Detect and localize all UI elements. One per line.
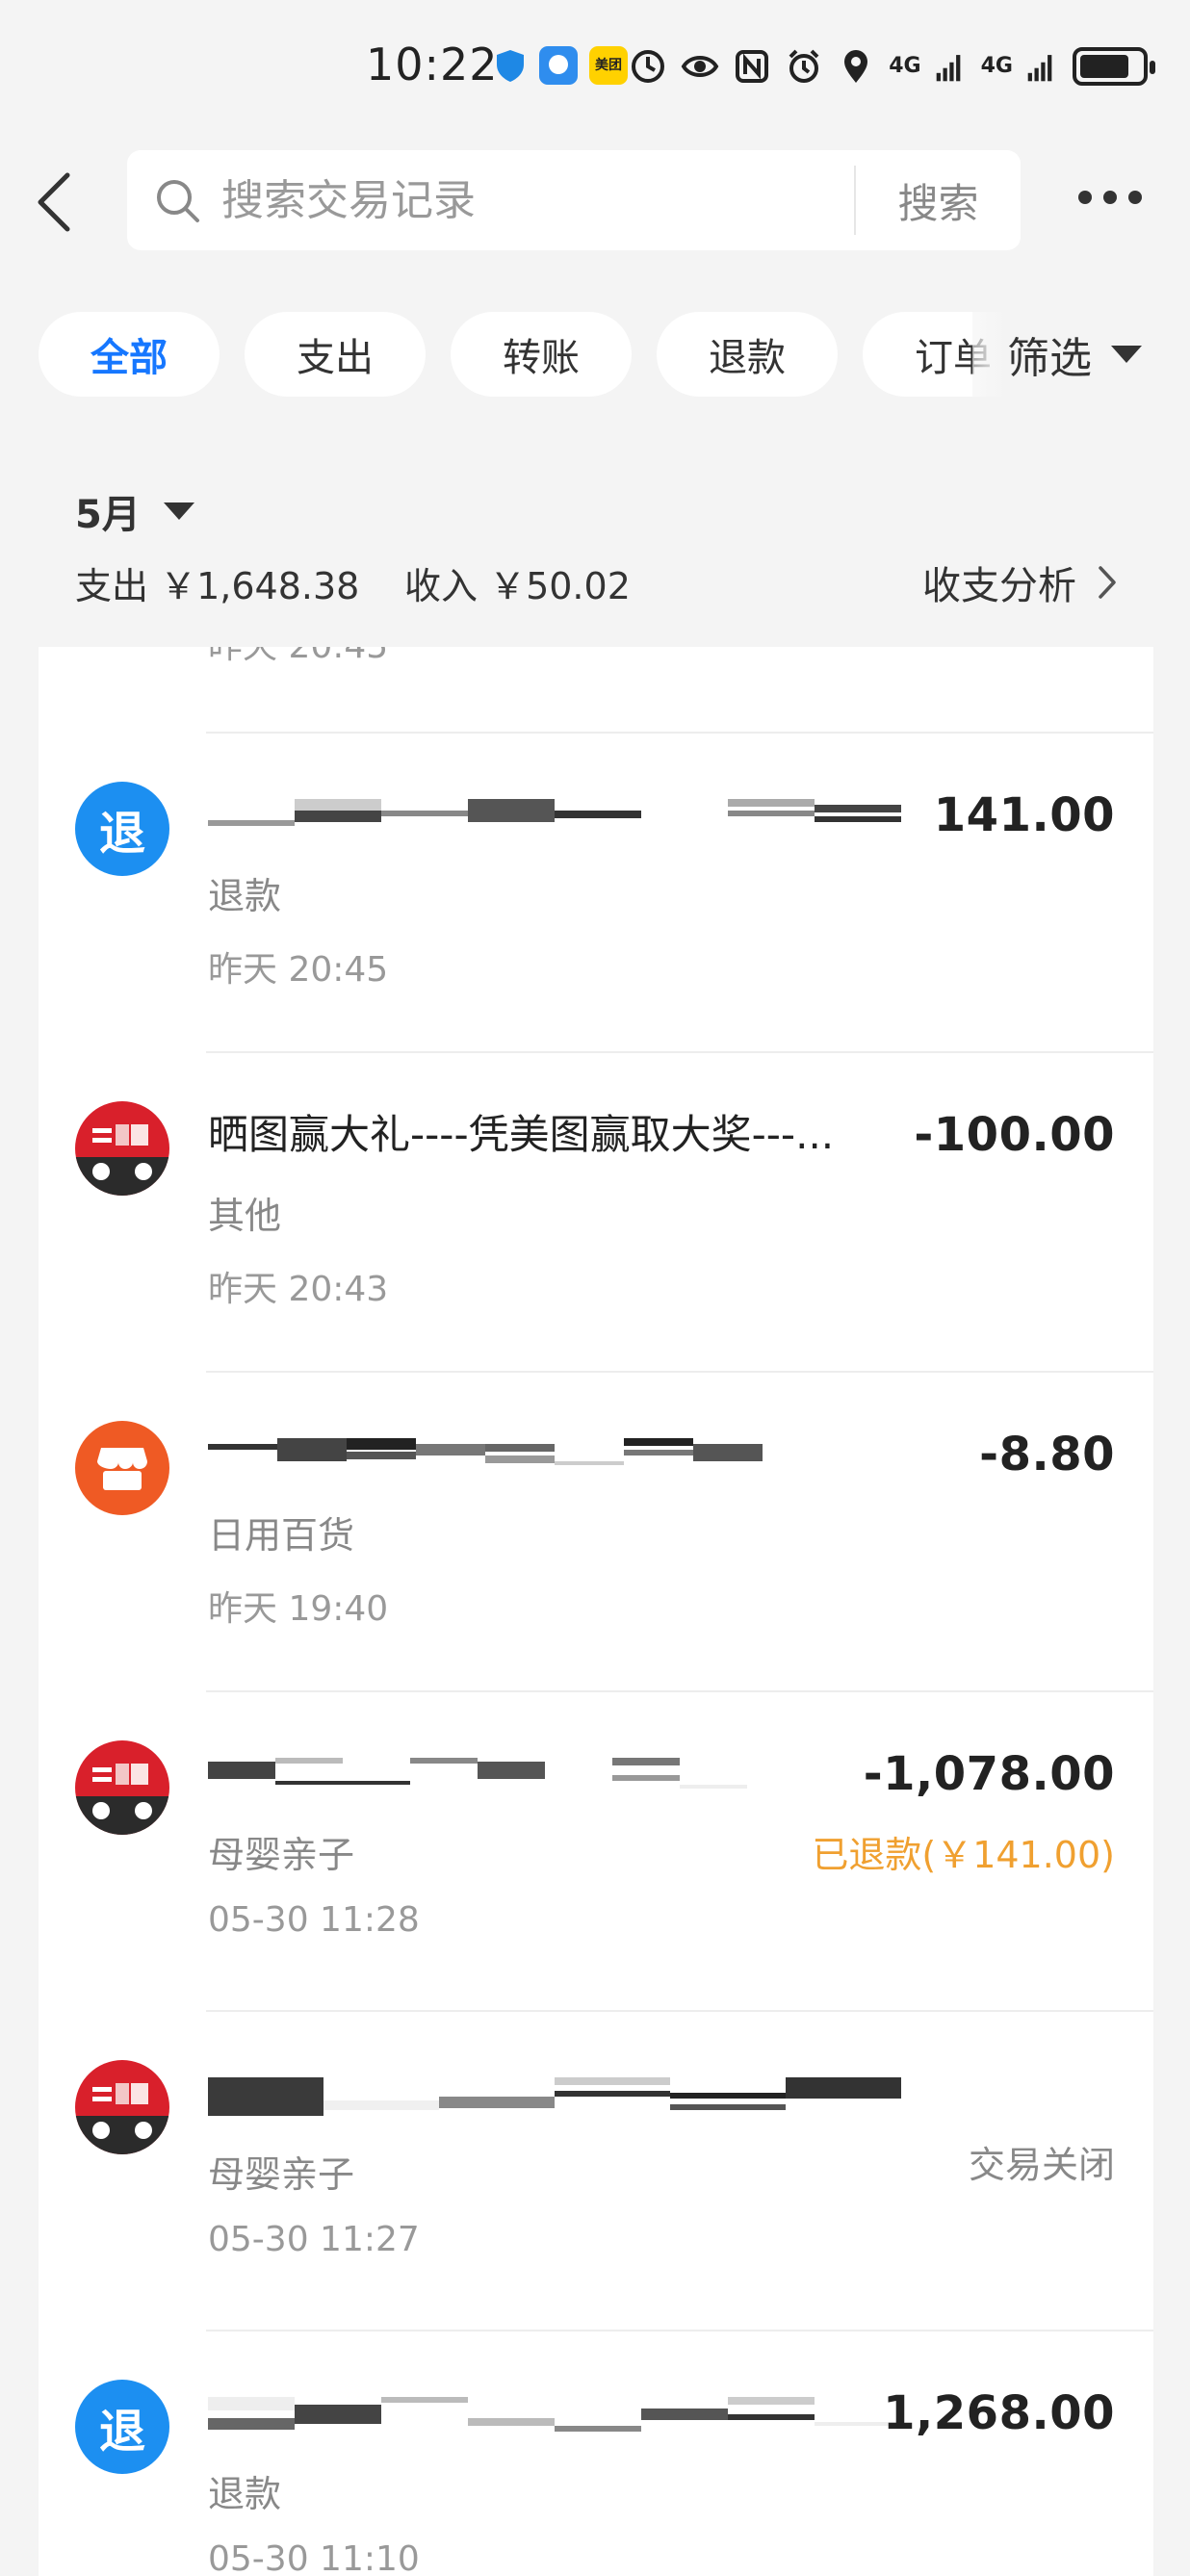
nfc-icon [736,50,769,83]
alarm-icon [789,49,819,83]
transaction-time: 05-30 11:28 [208,1900,420,1940]
transaction-category: 母婴亲子 [208,2153,355,2196]
transaction-category: 母婴亲子 [208,1834,355,1876]
tmall-avatar [75,2060,169,2154]
transaction-time: 昨天 20:43 [208,1270,389,1309]
transaction-item[interactable]: 退 1,268.00 退款 05-30 11:10 [39,2330,1153,2576]
chip-expense[interactable]: 支出 [245,312,426,397]
meituan-icon: 美团 [589,46,628,85]
transaction-list: 昨天 20:45 退141.00退款昨天 20:45晒图赢大礼----凭美图赢取… [39,647,1153,2576]
transaction-amount: 1,268.00 [883,2386,1115,2440]
transaction-time: 昨天 19:40 [208,1589,389,1629]
transaction-item[interactable]: 晒图赢大礼----凭美图赢取大奖---... -100.00 其他昨天 20:43 [39,1051,1153,1371]
more-dots-icon[interactable] [1078,183,1155,212]
partial-item-time: 昨天 20:45 [208,647,388,668]
month-summary: 支出 ￥1,648.38 收入 ￥50.02 收支分析 [75,556,1134,608]
system-status-icons: 4G 4G [629,42,1155,90]
analysis-link[interactable]: 收支分析 [922,554,1117,610]
clock-ring-icon [632,50,665,83]
search-header: 搜索 [0,144,1190,260]
search-icon [154,177,202,225]
battery-icon [1073,47,1155,86]
transaction-time: 05-30 11:10 [208,2539,420,2576]
transaction-category: 其他 [208,1195,282,1237]
transaction-category: 日用百货 [208,1514,355,1557]
chat-icon [539,46,578,85]
search-box[interactable]: 搜索 [127,150,1021,250]
tmall-avatar [75,1101,169,1196]
analysis-label: 收支分析 [922,564,1076,608]
network-type-2: 4G [980,54,1013,78]
transaction-status: 交易关闭 [968,2144,1115,2186]
battery-level [1080,55,1128,78]
store-icon [75,1421,169,1515]
back-button[interactable] [35,166,92,239]
divider [206,1371,1153,1373]
divider [206,2330,1153,2331]
divider [206,1051,1153,1053]
eye-icon [681,56,719,77]
location-icon [844,50,868,83]
transaction-amount: -1,078.00 [863,1747,1115,1801]
signal-4g-icon [936,55,960,82]
expense-total: 支出 ￥1,648.38 [75,565,360,607]
status-time: 10:22 [366,39,499,90]
filter-button[interactable]: 筛选 [1007,310,1142,399]
chevron-left-icon [38,172,70,232]
shield-icon [491,46,530,85]
transaction-item[interactable]: 母婴亲子 05-30 11:27 交易关闭 [39,2010,1153,2330]
month-selector[interactable]: 5月 [75,483,194,539]
transaction-title: 晒图赢大礼----凭美图赢取大奖---... [208,1111,835,1158]
signal-4g-icon [1027,55,1052,82]
chip-all[interactable]: 全部 [39,312,220,397]
search-button[interactable]: 搜索 [856,150,1021,250]
divider [206,1690,1153,1692]
chip-refund[interactable]: 退款 [657,312,838,397]
transaction-amount: -100.00 [914,1108,1115,1162]
transaction-item[interactable]: -1,078.00 母婴亲子 05-30 11:28 已退款(￥141.00) [39,1690,1153,2010]
chip-transfer[interactable]: 转账 [451,312,632,397]
refund-avatar: 退 [75,2380,169,2474]
filter-label: 筛选 [1007,334,1092,383]
transaction-amount: -8.80 [979,1428,1115,1481]
divider [206,2010,1153,2012]
month-label: 5月 [75,493,141,537]
chevron-right-icon [1099,566,1116,599]
transaction-time: 05-30 11:27 [208,2220,420,2259]
caret-down-icon [163,502,194,520]
transaction-item[interactable]: -8.80 日用百货昨天 19:40 [39,1371,1153,1690]
refund-avatar: 退 [75,782,169,876]
transaction-time: 昨天 20:45 [208,950,389,990]
filter-chips: 全部 支出 转账 退款 订单 筛选 [0,310,1190,399]
network-type-1: 4G [889,54,921,78]
refund-note: 已退款(￥141.00) [812,1834,1115,1876]
status-bar: 10:22 美团 4G 4G [0,0,1190,135]
transaction-category: 退款 [208,2473,282,2515]
caret-down-icon [1111,346,1142,363]
tmall-avatar [75,1740,169,1835]
divider [206,732,1153,734]
transaction-category: 退款 [208,875,282,917]
transaction-amount: 141.00 [933,788,1115,842]
transaction-item[interactable]: 退 141.00 退款昨天 20:45 [39,732,1153,1051]
income-total: 收入 ￥50.02 [404,565,631,607]
